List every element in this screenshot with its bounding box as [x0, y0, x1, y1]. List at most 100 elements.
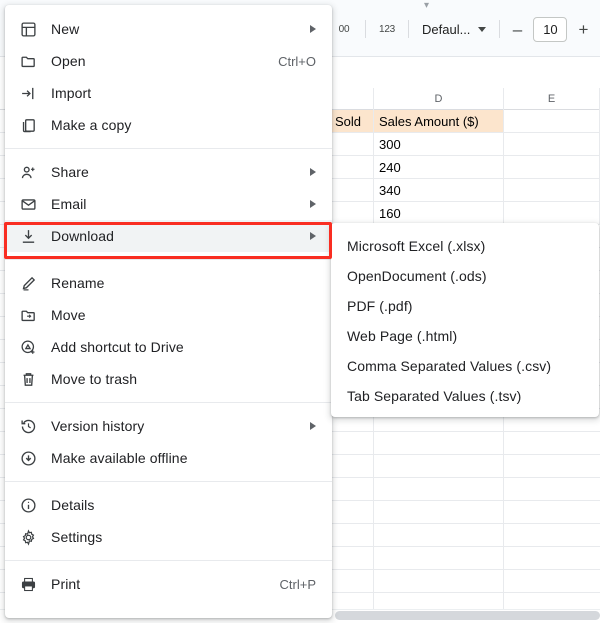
menu-item-share[interactable]: Share — [5, 156, 332, 188]
cell-e1[interactable] — [504, 110, 600, 132]
file-menu: New Open Ctrl+O Import Make a copy Share… — [5, 5, 332, 618]
menu-item-label: Rename — [51, 275, 105, 291]
column-header-e[interactable]: E — [504, 88, 600, 110]
new-document-icon — [5, 21, 51, 38]
cell-e4[interactable] — [504, 179, 600, 201]
import-icon — [5, 85, 51, 102]
download-icon — [5, 228, 51, 245]
decrease-decimal-icon[interactable]: 00 — [330, 15, 358, 43]
menu-divider — [5, 481, 332, 482]
cell-e3[interactable] — [504, 156, 600, 178]
menu-item-move-to-trash[interactable]: Move to trash — [5, 363, 332, 395]
menu-item-label: Make a copy — [51, 117, 132, 133]
menu-item-label: Add shortcut to Drive — [51, 339, 184, 355]
move-folder-icon — [5, 307, 51, 324]
submenu-item-html[interactable]: Web Page (.html) — [331, 321, 599, 351]
info-icon — [5, 497, 51, 514]
menu-item-label: Import — [51, 85, 92, 101]
history-icon — [5, 418, 51, 435]
menu-item-add-shortcut-to-drive[interactable]: Add shortcut to Drive — [5, 331, 332, 363]
number-format-icon[interactable]: 123 — [373, 15, 401, 43]
cell-c4[interactable] — [330, 179, 374, 201]
submenu-arrow-icon — [310, 25, 316, 33]
menu-item-version-history[interactable]: Version history — [5, 410, 332, 442]
menu-divider — [5, 259, 332, 260]
submenu-item-ods[interactable]: OpenDocument (.ods) — [331, 261, 599, 291]
menu-item-shortcut: Ctrl+O — [278, 53, 316, 69]
menu-item-settings[interactable]: Settings — [5, 521, 332, 553]
column-header-d[interactable]: D — [374, 88, 504, 110]
submenu-item-xlsx[interactable]: Microsoft Excel (.xlsx) — [331, 231, 599, 261]
toolbar-divider — [365, 20, 366, 38]
toolbar-divider — [408, 20, 409, 38]
menu-item-label: New — [51, 21, 80, 37]
menu-item-label: Download — [51, 228, 115, 244]
copy-icon — [5, 117, 51, 134]
menu-item-make-available-offline[interactable]: Make available offline — [5, 442, 332, 474]
menu-item-make-a-copy[interactable]: Make a copy — [5, 109, 332, 141]
column-header-blank[interactable] — [330, 88, 374, 110]
submenu-item-tsv[interactable]: Tab Separated Values (.tsv) — [331, 381, 599, 411]
number-format-label: 123 — [378, 23, 396, 35]
submenu-arrow-icon — [310, 232, 316, 240]
folder-icon — [5, 53, 51, 70]
menu-item-rename[interactable]: Rename — [5, 267, 332, 299]
cell-d3[interactable]: 240 — [374, 156, 504, 178]
cell-e5[interactable] — [504, 202, 600, 224]
submenu-arrow-icon — [310, 168, 316, 176]
menu-item-email[interactable]: Email — [5, 188, 332, 220]
person-add-icon — [5, 164, 51, 181]
screen: 00 123 Defaul... – 10 + ▾ D E Sold Sales… — [0, 0, 600, 623]
submenu-item-pdf[interactable]: PDF (.pdf) — [331, 291, 599, 321]
font-family-selector[interactable]: Defaul... — [416, 15, 492, 43]
menu-item-label: Move to trash — [51, 371, 138, 387]
cell-c5[interactable] — [330, 202, 374, 224]
cell-d2[interactable]: 300 — [374, 133, 504, 155]
cell-d5[interactable]: 160 — [374, 202, 504, 224]
menu-item-label: Details — [51, 497, 95, 513]
cell-d1[interactable]: Sales Amount ($) — [374, 110, 504, 132]
cell-c2[interactable] — [330, 133, 374, 155]
menu-item-details[interactable]: Details — [5, 489, 332, 521]
submenu-arrow-icon — [310, 200, 316, 208]
cell-c1[interactable]: Sold — [330, 110, 374, 132]
printer-icon — [5, 576, 51, 593]
gear-icon — [5, 528, 51, 546]
menu-item-import[interactable]: Import — [5, 77, 332, 109]
menu-divider — [5, 148, 332, 149]
menu-item-label: Move — [51, 307, 86, 323]
trash-icon — [5, 371, 51, 388]
decrease-decimal-label: 00 — [338, 23, 350, 35]
cell-c3[interactable] — [330, 156, 374, 178]
horizontal-scrollbar-thumb[interactable] — [335, 611, 600, 620]
menu-item-label: Email — [51, 196, 87, 212]
submenu-item-csv[interactable]: Comma Separated Values (.csv) — [331, 351, 599, 381]
menu-item-label: Version history — [51, 418, 145, 434]
menu-item-shortcut: Ctrl+P — [279, 576, 316, 592]
menu-item-label: Print — [51, 576, 81, 592]
menu-item-download[interactable]: Download — [5, 220, 332, 252]
menu-item-move[interactable]: Move — [5, 299, 332, 331]
download-submenu: Microsoft Excel (.xlsx) OpenDocument (.o… — [331, 223, 599, 417]
menu-divider — [5, 402, 332, 403]
menu-divider — [5, 560, 332, 561]
pencil-icon — [5, 275, 51, 292]
drive-shortcut-icon — [5, 339, 51, 356]
menu-item-new[interactable]: New — [5, 13, 332, 45]
menu-item-label: Settings — [51, 529, 103, 545]
cell-d4[interactable]: 340 — [374, 179, 504, 201]
menu-item-open[interactable]: Open Ctrl+O — [5, 45, 332, 77]
envelope-icon — [5, 196, 51, 213]
toolbar-overflow-icon: ▾ — [424, 0, 430, 11]
decrease-font-size-button[interactable]: – — [507, 21, 527, 38]
chevron-down-icon — [478, 26, 487, 32]
toolbar-divider — [499, 20, 501, 38]
increase-font-size-button[interactable]: + — [573, 21, 593, 38]
submenu-arrow-icon — [310, 422, 316, 430]
font-size-input[interactable]: 10 — [533, 16, 568, 42]
offline-icon — [5, 450, 51, 467]
menu-item-print[interactable]: Print Ctrl+P — [5, 568, 332, 600]
cell-e2[interactable] — [504, 133, 600, 155]
font-family-label: Defaul... — [422, 21, 471, 37]
menu-item-label: Share — [51, 164, 89, 180]
